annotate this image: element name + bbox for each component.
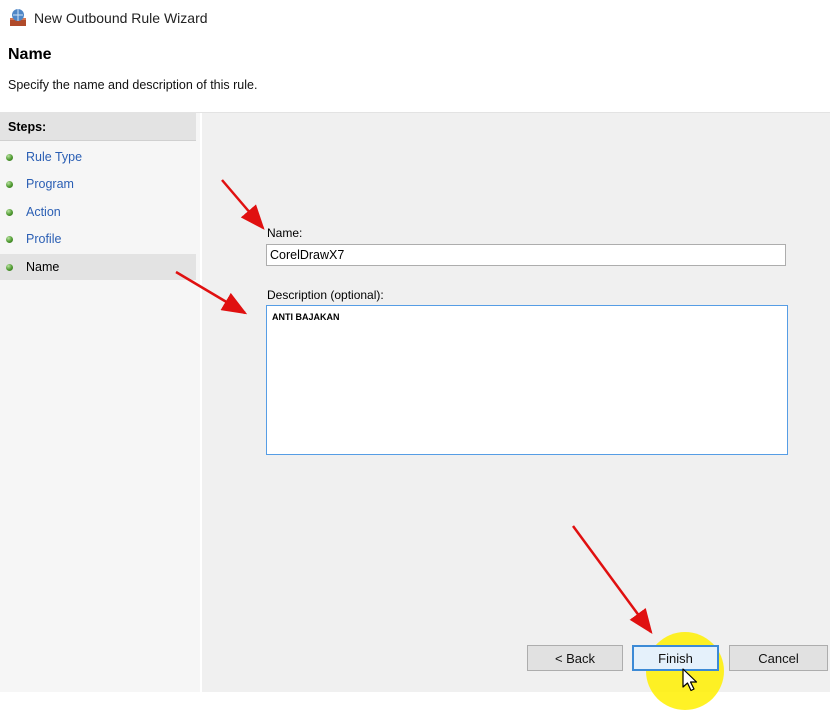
sidebar-item-label: Rule Type xyxy=(26,150,83,164)
steps-heading-label: Steps: xyxy=(8,120,47,134)
step-complete-bullet-icon xyxy=(6,236,13,243)
step-complete-bullet-icon xyxy=(6,181,13,188)
sidebar-item-program[interactable]: Program xyxy=(0,171,196,197)
sidebar-item-rule-type[interactable]: Rule Type xyxy=(0,144,196,170)
step-complete-bullet-icon xyxy=(6,154,13,161)
step-complete-bullet-icon xyxy=(6,264,13,271)
steps-sidebar: Steps: Rule Type Program Action Profile … xyxy=(0,113,200,692)
steps-heading: Steps: xyxy=(0,113,196,141)
page-subtitle: Specify the name and description of this… xyxy=(8,78,258,92)
finish-button[interactable]: Finish xyxy=(632,645,719,671)
sidebar-item-label: Action xyxy=(26,205,61,219)
sidebar-item-label: Name xyxy=(26,260,60,274)
name-field[interactable] xyxy=(266,244,786,266)
title-bar: New Outbound Rule Wizard xyxy=(0,0,830,38)
name-field-label: Name: xyxy=(267,226,303,240)
description-field-label: Description (optional): xyxy=(267,288,384,302)
cancel-button[interactable]: Cancel xyxy=(729,645,828,671)
sidebar-item-label: Program xyxy=(26,177,74,191)
sidebar-item-name[interactable]: Name xyxy=(0,254,196,280)
wizard-header: Name Specify the name and description of… xyxy=(0,38,830,113)
sidebar-item-label: Profile xyxy=(26,232,62,246)
firewall-wizard-icon xyxy=(10,9,26,26)
mouse-pointer-icon xyxy=(682,668,698,692)
back-button[interactable]: < Back xyxy=(527,645,623,671)
description-field[interactable]: ANTI BAJAKAN xyxy=(266,305,788,455)
step-complete-bullet-icon xyxy=(6,209,13,216)
sidebar-item-profile[interactable]: Profile xyxy=(0,226,196,252)
sidebar-item-action[interactable]: Action xyxy=(0,199,196,225)
window-title: New Outbound Rule Wizard xyxy=(34,10,208,26)
page-title: Name xyxy=(8,46,52,63)
